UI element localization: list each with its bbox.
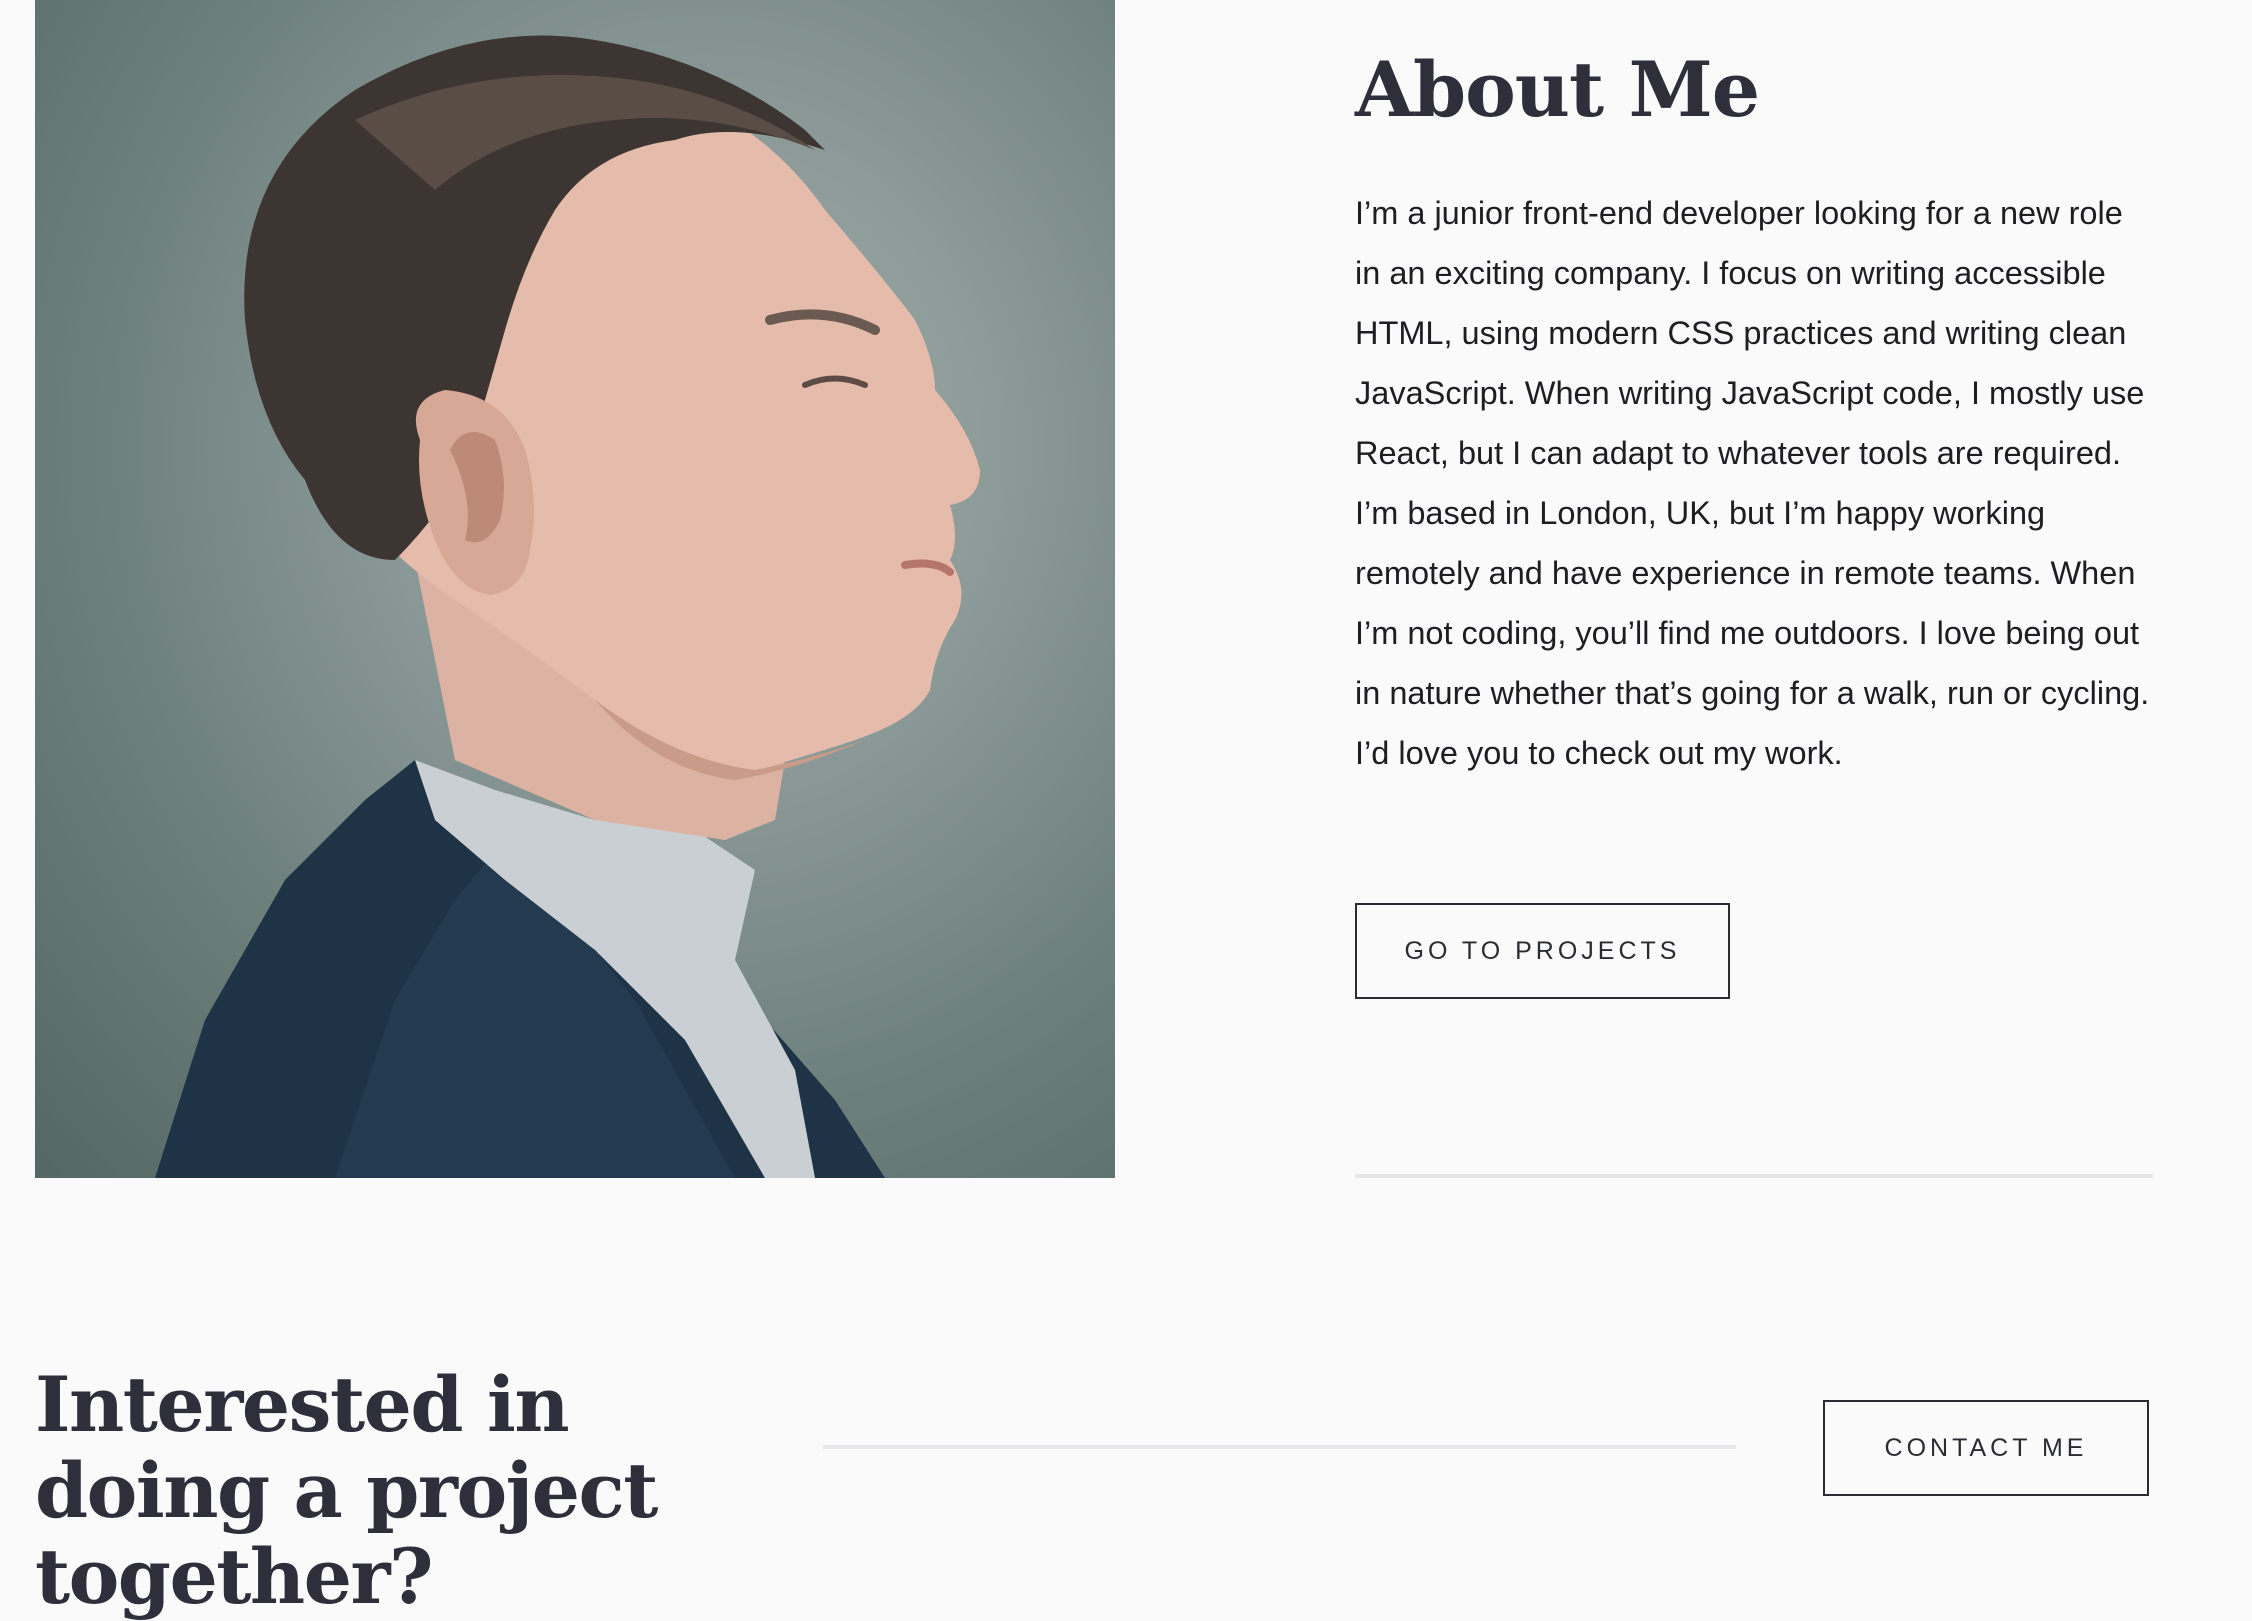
profile-photo-illustration [155,35,981,1178]
about-paragraph: I’m a junior front-end developer looking… [1355,195,2150,771]
about-divider [1355,1174,2153,1178]
contact-heading: Interested in doing a project together? [35,1360,658,1621]
contact-divider [823,1445,1736,1449]
contact-me-button[interactable]: CONTACT ME [1823,1400,2149,1496]
go-to-projects-button[interactable]: GO TO PROJECTS [1355,903,1730,999]
profile-photo [35,0,1115,1178]
about-heading: About Me [1355,45,1760,134]
